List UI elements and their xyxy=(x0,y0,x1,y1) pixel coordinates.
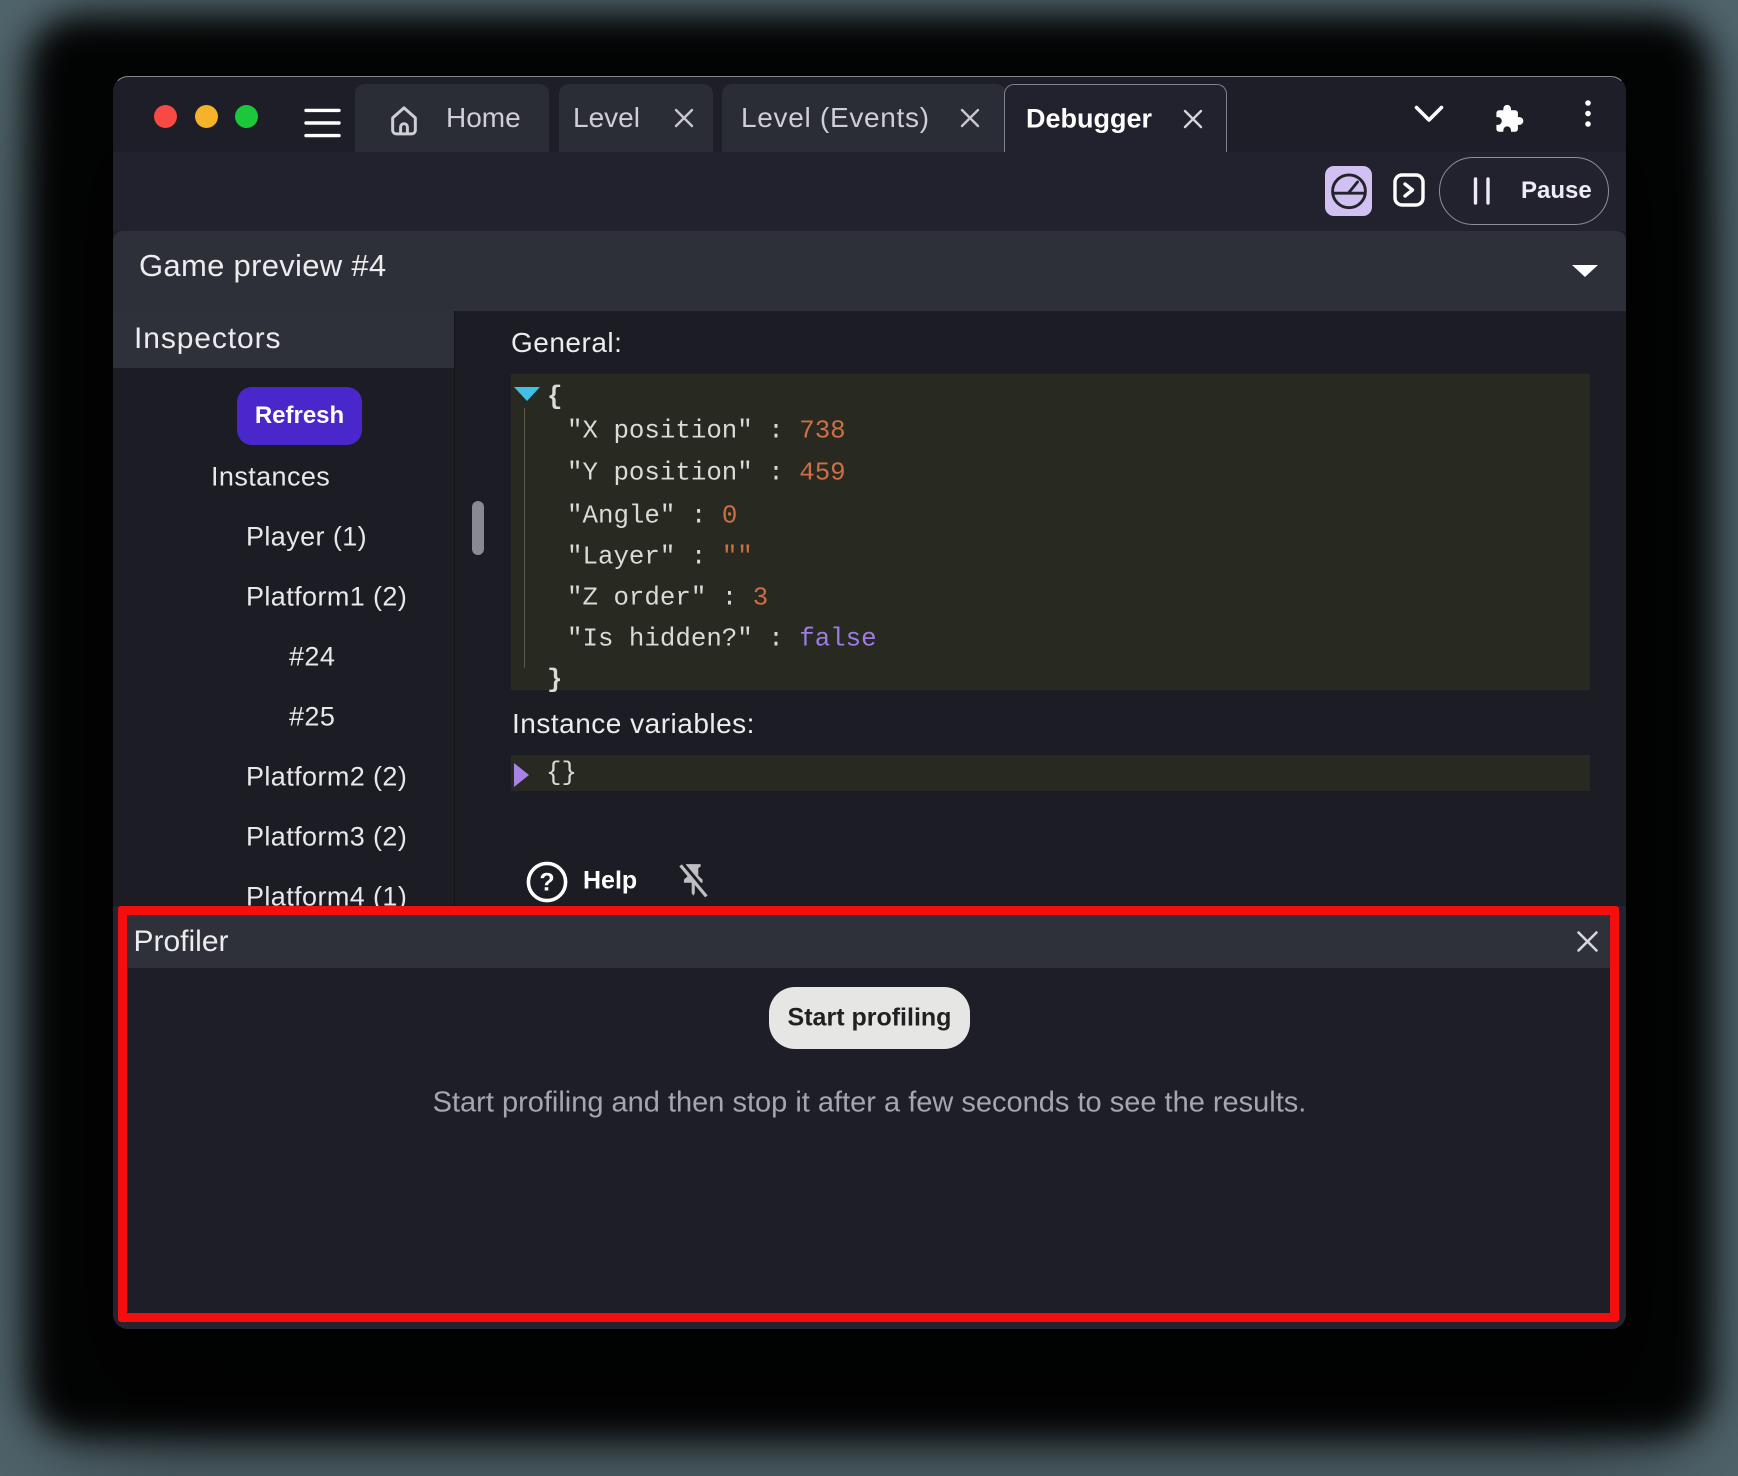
svg-text:?: ? xyxy=(539,869,554,897)
